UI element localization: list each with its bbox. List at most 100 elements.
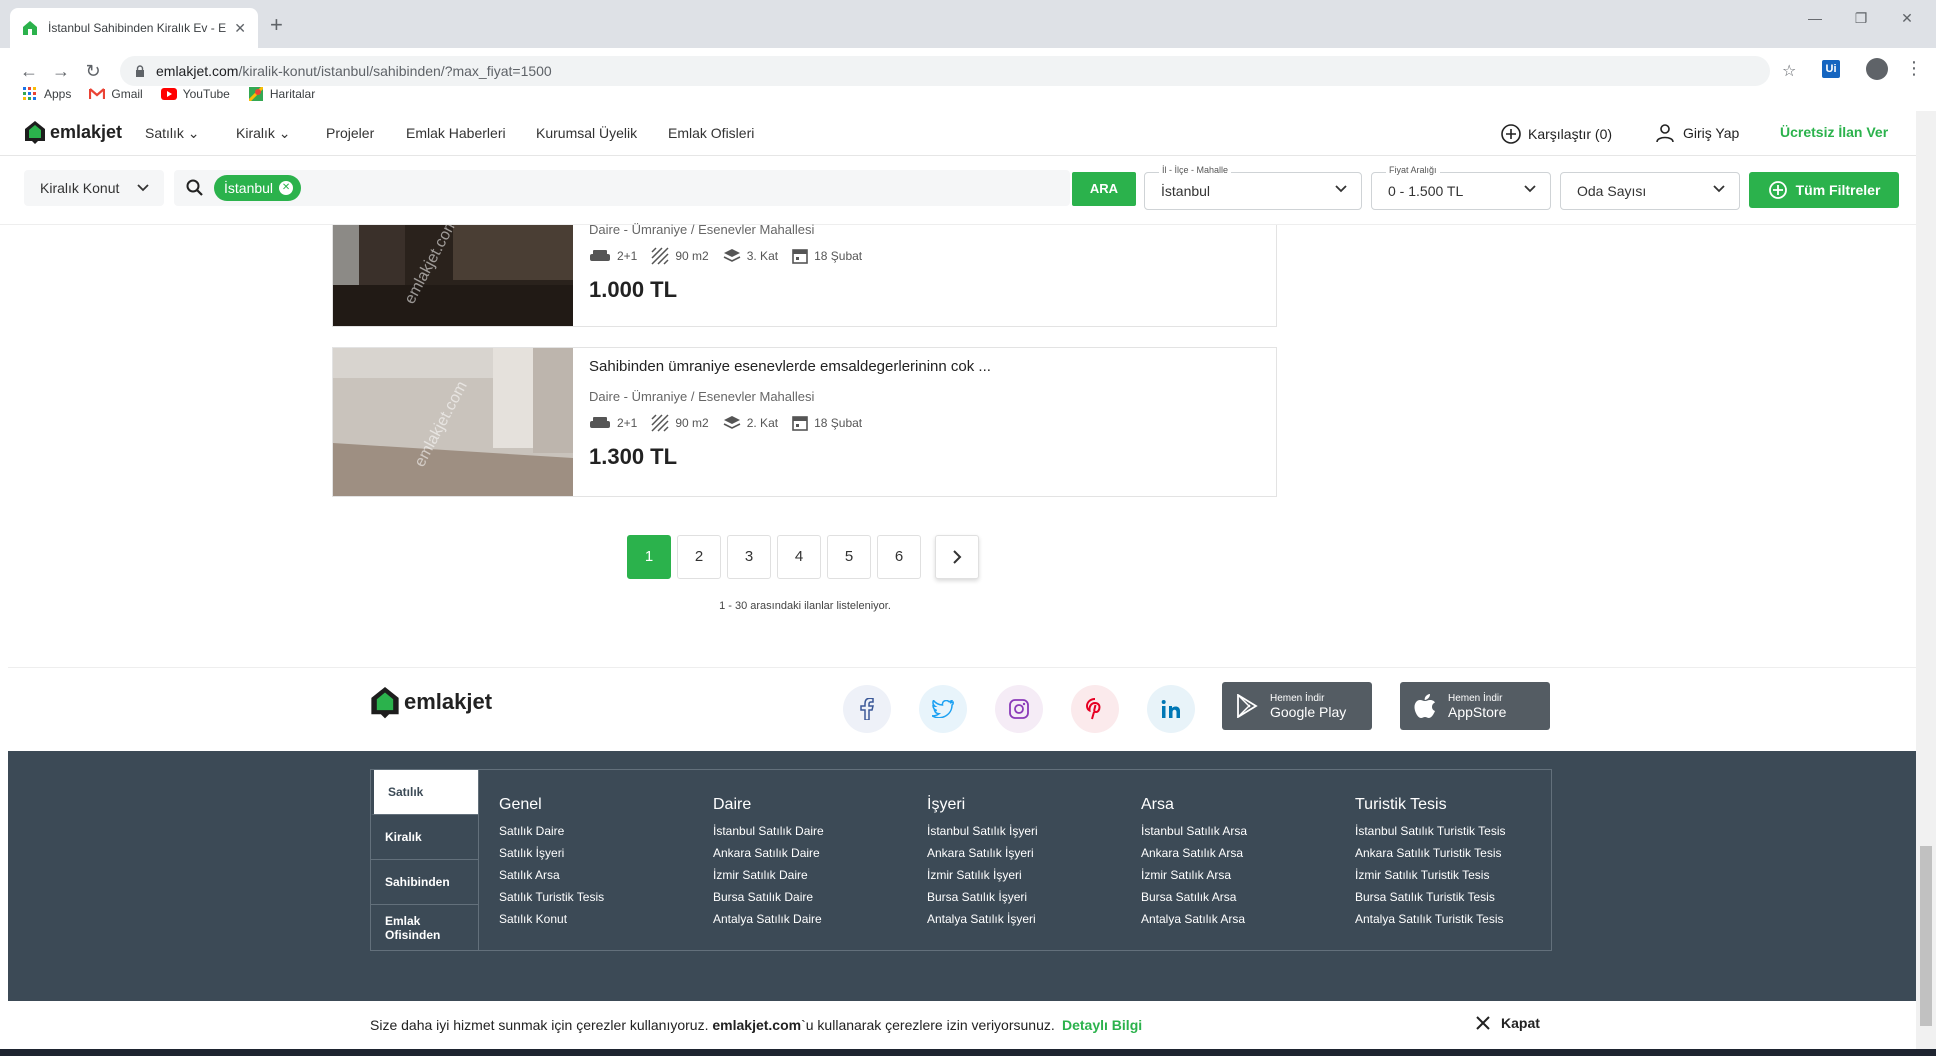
- footer-link[interactable]: Antalya Satılık Turistik Tesis: [1355, 908, 1506, 930]
- search-button[interactable]: ARA: [1072, 172, 1136, 206]
- minimize-icon[interactable]: —: [1800, 10, 1830, 26]
- page-3-button[interactable]: 3: [727, 535, 771, 579]
- listing-card[interactable]: emlakjet.com Daire - Ümraniye / Esenevle…: [332, 222, 1277, 327]
- footer-link[interactable]: İstanbul Satılık Arsa: [1141, 820, 1247, 842]
- results-range-text: 1 - 30 arasındaki ilanlar listeleniyor.: [719, 600, 891, 612]
- footer-link[interactable]: Antalya Satılık İşyeri: [927, 908, 1038, 930]
- property-type-select[interactable]: Kiralık Konut: [24, 170, 164, 206]
- footer-link[interactable]: İstanbul Satılık Daire: [713, 820, 824, 842]
- bookmark-gmail[interactable]: Gmail: [89, 86, 143, 102]
- compare-button[interactable]: Karşılaştır (0): [1500, 123, 1612, 145]
- footer-link[interactable]: Satılık İşyeri: [499, 842, 604, 864]
- feature-area: 90 m2: [651, 247, 709, 265]
- footer-link[interactable]: Bursa Satılık Arsa: [1141, 886, 1247, 908]
- nav-projeler[interactable]: Projeler: [326, 125, 374, 141]
- room-count-select[interactable]: Oda Sayısı: [1560, 172, 1740, 210]
- nav-emlak-ofisleri[interactable]: Emlak Ofisleri: [668, 125, 754, 141]
- footer-tab-emlak-ofisinden[interactable]: Emlak Ofisinden: [371, 905, 479, 950]
- window-close-icon[interactable]: ✕: [1892, 10, 1922, 27]
- footer-column-arsa: Arsa İstanbul Satılık Arsa Ankara Satılı…: [1141, 796, 1247, 930]
- location-select[interactable]: İl - İlçe - Mahalle İstanbul: [1144, 165, 1362, 210]
- all-filters-button[interactable]: Tüm Filtreler: [1749, 172, 1899, 208]
- footer-link[interactable]: Bursa Satılık Turistik Tesis: [1355, 886, 1506, 908]
- app-store-button[interactable]: Hemen İndir AppStore: [1400, 682, 1550, 730]
- footer-link[interactable]: Antalya Satılık Arsa: [1141, 908, 1247, 930]
- google-play-button[interactable]: Hemen İndir Google Play: [1222, 682, 1372, 730]
- browser-tab-strip: İstanbul Sahibinden Kiralık Ev - E ✕ + —…: [0, 0, 1936, 48]
- page-1-button[interactable]: 1: [627, 535, 671, 579]
- price-range-select[interactable]: Fiyat Aralığı 0 - 1.500 TL: [1371, 165, 1551, 210]
- free-ad-link[interactable]: Ücretsiz İlan Ver: [1780, 124, 1888, 140]
- footer-link[interactable]: Satılık Konut: [499, 908, 604, 930]
- listing-features: 2+1 90 m2 2. Kat 18 Şubat: [589, 414, 991, 432]
- footer-column-title: Daire: [713, 796, 752, 813]
- nav-satilik[interactable]: Satılık ⌄: [145, 125, 200, 142]
- facebook-icon[interactable]: [843, 685, 891, 733]
- listing-photo[interactable]: emlakjet.com: [333, 225, 573, 326]
- login-button[interactable]: Giriş Yap: [1655, 123, 1739, 143]
- page-4-button[interactable]: 4: [777, 535, 821, 579]
- footer-logo[interactable]: emlakjet: [370, 684, 492, 720]
- address-bar[interactable]: emlakjet.com/kiralik-konut/istanbul/sahi…: [120, 56, 1770, 86]
- next-page-button[interactable]: [935, 535, 979, 579]
- page-6-button[interactable]: 6: [877, 535, 921, 579]
- search-input[interactable]: İstanbul ✕: [174, 170, 1070, 206]
- footer-link[interactable]: İzmir Satılık İşyeri: [927, 864, 1038, 886]
- footer-link[interactable]: Antalya Satılık Daire: [713, 908, 824, 930]
- footer-link[interactable]: Bursa Satılık Daire: [713, 886, 824, 908]
- listing-title[interactable]: Sahibinden ümraniye esenevlerde emsaldeg…: [589, 358, 991, 375]
- menu-kebab-icon[interactable]: ⋮: [1905, 58, 1923, 79]
- bookmark-star-icon[interactable]: ☆: [1782, 61, 1796, 81]
- listing-location: Daire - Ümraniye / Esenevler Mahallesi: [589, 389, 815, 404]
- feature-date: 18 Şubat: [792, 415, 862, 431]
- extension-icon[interactable]: Ui: [1822, 60, 1840, 78]
- feature-floor: 3. Kat: [723, 248, 778, 264]
- footer-link[interactable]: İzmir Satılık Turistik Tesis: [1355, 864, 1506, 886]
- footer-link[interactable]: Satılık Turistik Tesis: [499, 886, 604, 908]
- pinterest-icon[interactable]: [1071, 685, 1119, 733]
- footer-link[interactable]: Satılık Daire: [499, 820, 604, 842]
- footer-tab-satilik[interactable]: Satılık: [371, 770, 479, 815]
- bookmark-youtube[interactable]: YouTube: [160, 86, 230, 102]
- site-logo[interactable]: emlakjet: [24, 120, 122, 144]
- footer-link[interactable]: Ankara Satılık İşyeri: [927, 842, 1038, 864]
- chip-remove-icon[interactable]: ✕: [279, 181, 294, 195]
- footer-tab-kiralik[interactable]: Kiralık: [371, 815, 479, 860]
- restore-icon[interactable]: ❐: [1846, 10, 1876, 27]
- footer-link[interactable]: İstanbul Satılık İşyeri: [927, 820, 1038, 842]
- footer-link[interactable]: İzmir Satılık Arsa: [1141, 864, 1247, 886]
- footer-link[interactable]: Satılık Arsa: [499, 864, 604, 886]
- browser-tab[interactable]: İstanbul Sahibinden Kiralık Ev - E ✕: [10, 8, 258, 48]
- footer-column-daire: Daire İstanbul Satılık Daire Ankara Satı…: [713, 796, 824, 930]
- cookie-details-link[interactable]: Detaylı Bilgi: [1062, 1017, 1142, 1033]
- bookmark-maps[interactable]: Haritalar: [248, 86, 315, 102]
- nav-kiralik[interactable]: Kiralık ⌄: [236, 125, 291, 142]
- new-tab-icon[interactable]: +: [270, 12, 283, 38]
- location-chip[interactable]: İstanbul ✕: [214, 175, 302, 201]
- listing-card[interactable]: emlakjet.com Sahibinden ümraniye esenevl…: [332, 347, 1277, 497]
- location-value: İstanbul: [1161, 183, 1211, 199]
- twitter-icon[interactable]: [919, 685, 967, 733]
- linkedin-icon[interactable]: [1147, 685, 1195, 733]
- footer-link[interactable]: İzmir Satılık Daire: [713, 864, 824, 886]
- instagram-icon[interactable]: [995, 685, 1043, 733]
- scrollbar-thumb[interactable]: [1920, 846, 1932, 1026]
- nav-emlak-haberleri[interactable]: Emlak Haberleri: [406, 125, 506, 141]
- nav-kurumsal-uyelik[interactable]: Kurumsal Üyelik: [536, 125, 637, 141]
- page-scrollbar[interactable]: [1916, 111, 1936, 1049]
- listing-photo[interactable]: emlakjet.com: [333, 348, 573, 496]
- footer-link[interactable]: Ankara Satılık Daire: [713, 842, 824, 864]
- login-label: Giriş Yap: [1683, 125, 1740, 141]
- profile-avatar[interactable]: [1866, 58, 1888, 80]
- footer-link[interactable]: Ankara Satılık Turistik Tesis: [1355, 842, 1506, 864]
- footer-link[interactable]: İstanbul Satılık Turistik Tesis: [1355, 820, 1506, 842]
- footer-link[interactable]: Ankara Satılık Arsa: [1141, 842, 1247, 864]
- page-2-button[interactable]: 2: [677, 535, 721, 579]
- page-5-button[interactable]: 5: [827, 535, 871, 579]
- tab-close-icon[interactable]: ✕: [234, 20, 246, 37]
- footer-link[interactable]: Bursa Satılık İşyeri: [927, 886, 1038, 908]
- footer-tab-sahibinden[interactable]: Sahibinden: [371, 860, 479, 905]
- cookie-close-button[interactable]: Kapat: [1475, 1015, 1540, 1031]
- bookmark-apps[interactable]: Apps: [22, 86, 71, 102]
- footer-divider: [478, 770, 479, 950]
